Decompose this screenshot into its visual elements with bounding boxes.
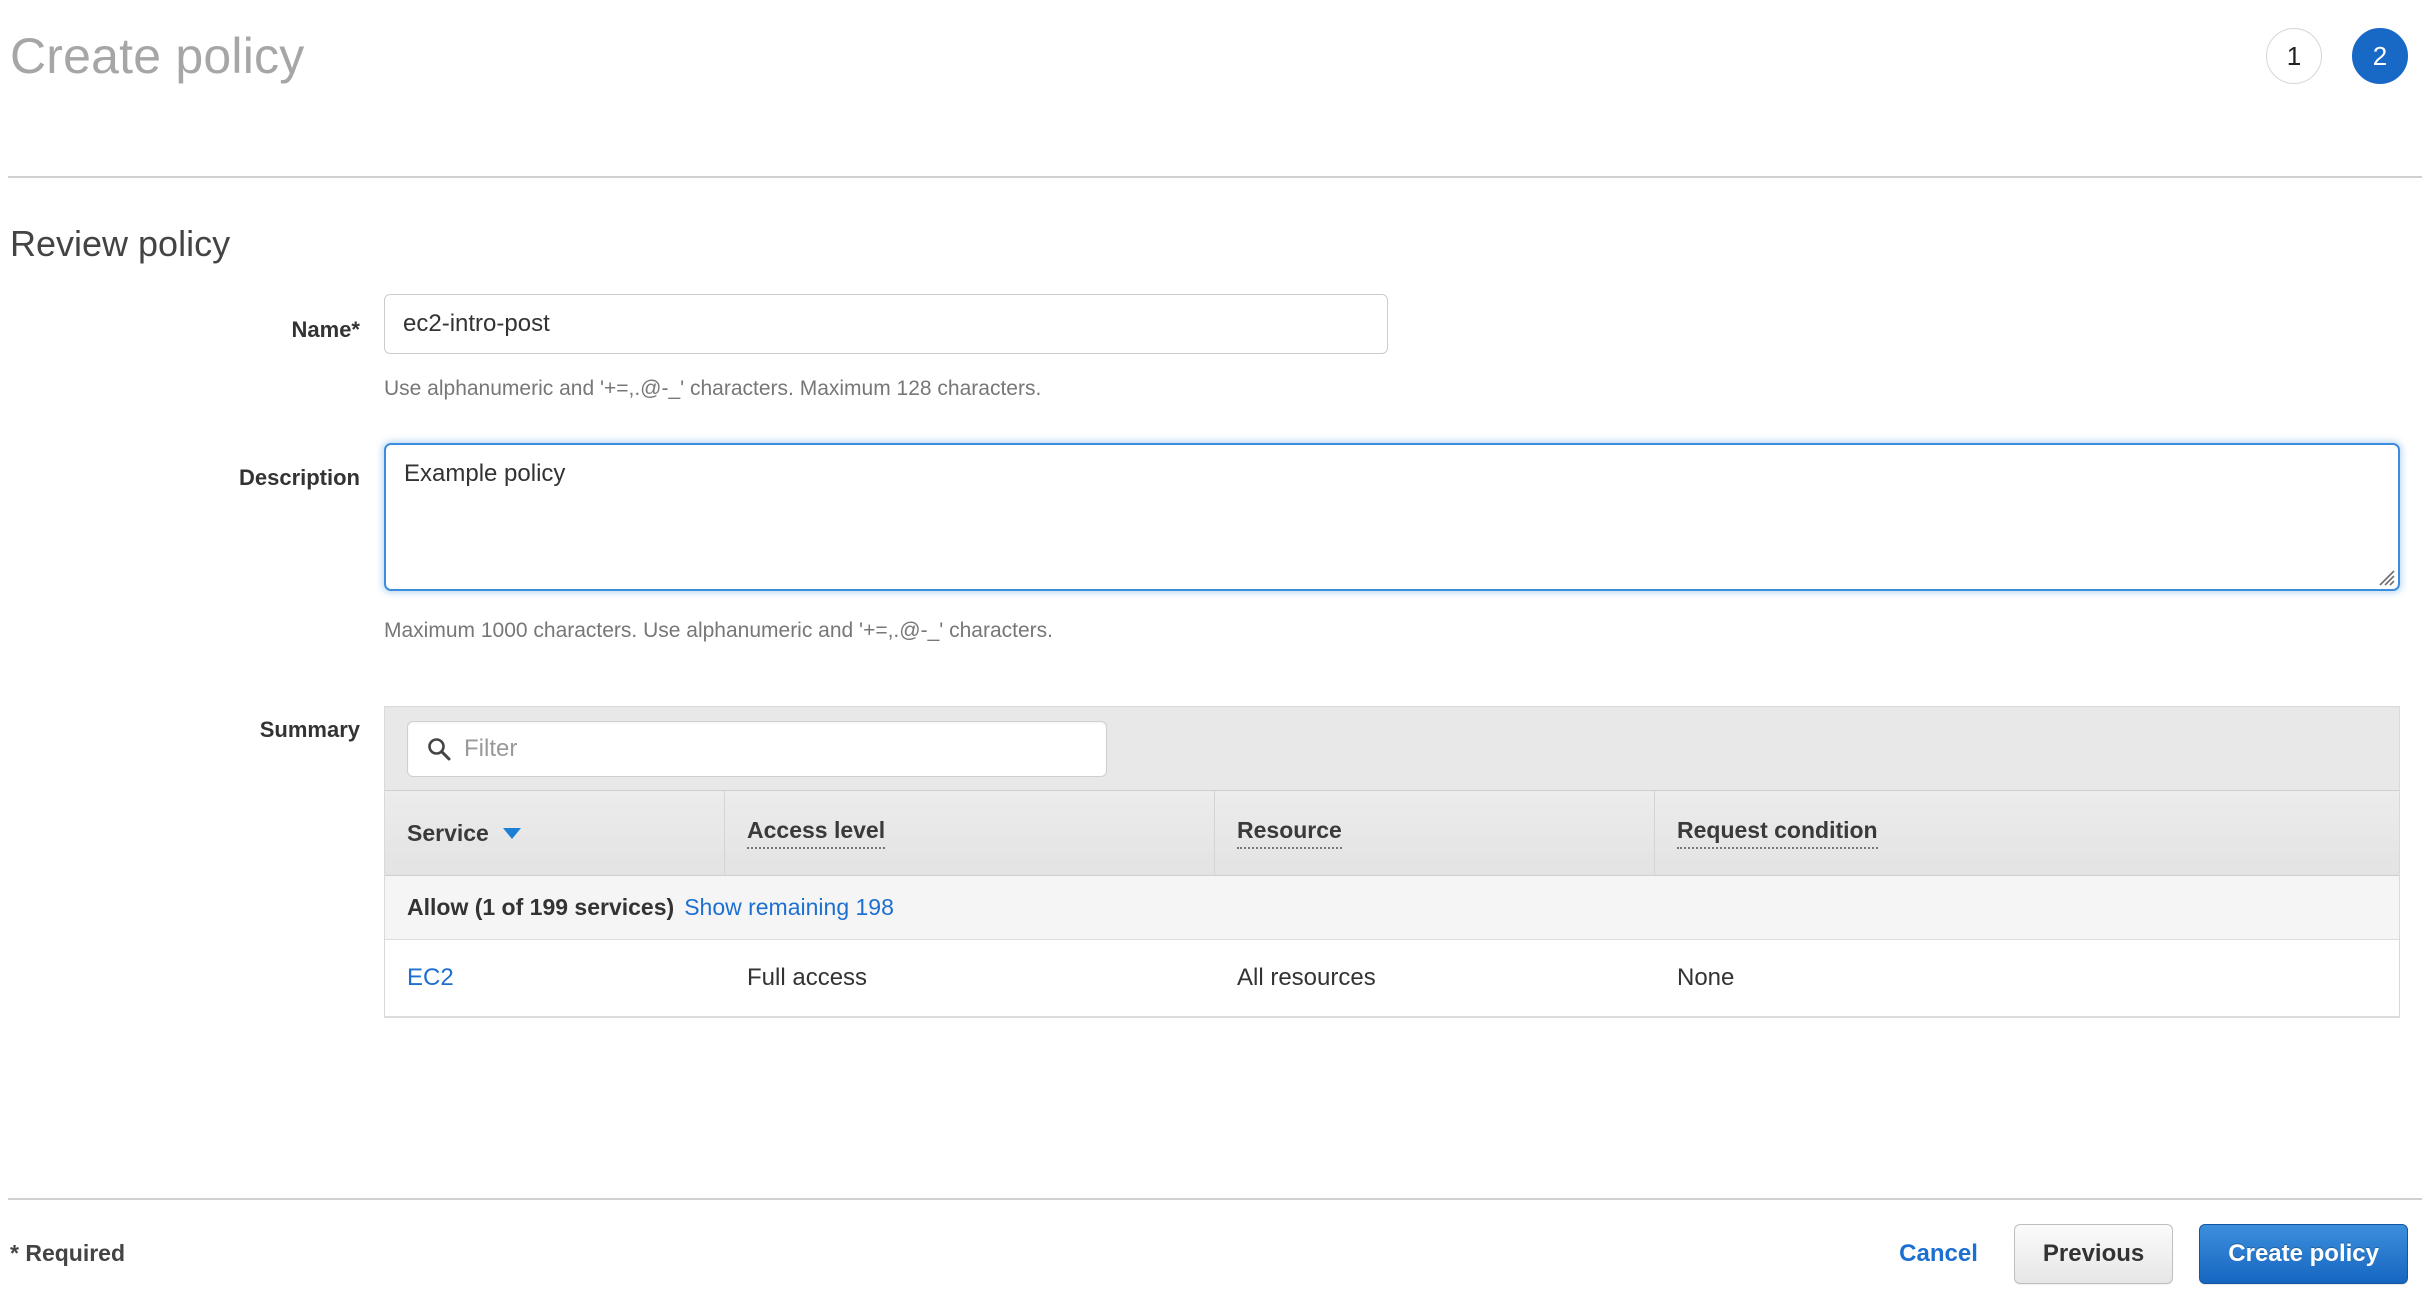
allow-group-row: Allow (1 of 199 services) Show remaining… xyxy=(385,876,2399,940)
table-row: EC2 Full access All resources None xyxy=(385,940,2399,1017)
filter-input[interactable]: Filter xyxy=(407,720,1107,777)
wizard-step-1-label: 1 xyxy=(2286,40,2302,71)
column-header-resource[interactable]: Resource xyxy=(1215,791,1655,875)
footer-divider xyxy=(8,1198,2422,1200)
column-header-resource-label: Resource xyxy=(1237,817,1342,849)
cancel-button[interactable]: Cancel xyxy=(1889,1240,1988,1268)
cell-service: EC2 xyxy=(385,940,725,1016)
page-header: Create policy 1 2 xyxy=(0,0,2428,176)
show-remaining-link[interactable]: Show remaining 198 xyxy=(684,894,894,921)
column-header-service-label: Service xyxy=(407,819,489,846)
column-header-access-level[interactable]: Access level xyxy=(725,791,1215,875)
table-header-row: Service Access level Resource Request co… xyxy=(385,791,2399,876)
service-link-ec2[interactable]: EC2 xyxy=(407,964,454,992)
section-title: Review policy xyxy=(10,223,231,264)
column-header-request-condition-label: Request condition xyxy=(1677,817,1878,849)
create-policy-button[interactable]: Create policy xyxy=(2199,1224,2408,1284)
description-field-wrapper: Example policy xyxy=(384,443,2400,591)
name-input[interactable] xyxy=(384,294,1388,354)
wizard-step-2-label: 2 xyxy=(2372,40,2388,71)
cell-request-condition: None xyxy=(1677,964,1735,991)
search-icon xyxy=(428,737,451,760)
wizard-step-2[interactable]: 2 xyxy=(2352,28,2408,84)
wizard-step-1[interactable]: 1 xyxy=(2266,28,2322,84)
summary-label: Summary xyxy=(259,717,360,742)
cell-access-level: Full access xyxy=(747,964,868,991)
column-header-request-condition[interactable]: Request condition xyxy=(1655,791,2399,875)
summary-filter-bar: Filter xyxy=(385,707,2399,791)
name-label: Name* xyxy=(291,317,360,342)
description-helper-text: Maximum 1000 characters. Use alphanumeri… xyxy=(384,619,1053,642)
previous-button[interactable]: Previous xyxy=(2013,1224,2174,1284)
name-helper-text: Use alphanumeric and '+=,.@-_' character… xyxy=(384,377,1042,400)
column-header-service[interactable]: Service xyxy=(385,791,725,875)
cell-resource: All resources xyxy=(1237,964,1376,991)
header-divider xyxy=(8,176,2422,178)
description-label: Description xyxy=(238,465,360,490)
footer-actions: Cancel Previous Create policy xyxy=(1889,1224,2408,1284)
summary-table: Filter Service Access level Resource Req… xyxy=(384,706,2400,1018)
page-title: Create policy xyxy=(10,28,305,84)
column-header-access-level-label: Access level xyxy=(747,817,886,849)
filter-placeholder: Filter xyxy=(464,734,518,762)
allow-group-title: Allow (1 of 199 services) xyxy=(407,894,675,920)
wizard-step-indicator: 1 2 xyxy=(2266,28,2408,84)
sort-descending-icon xyxy=(502,827,521,839)
required-note: * Required xyxy=(10,1240,126,1266)
description-input[interactable]: Example policy xyxy=(384,443,2400,591)
